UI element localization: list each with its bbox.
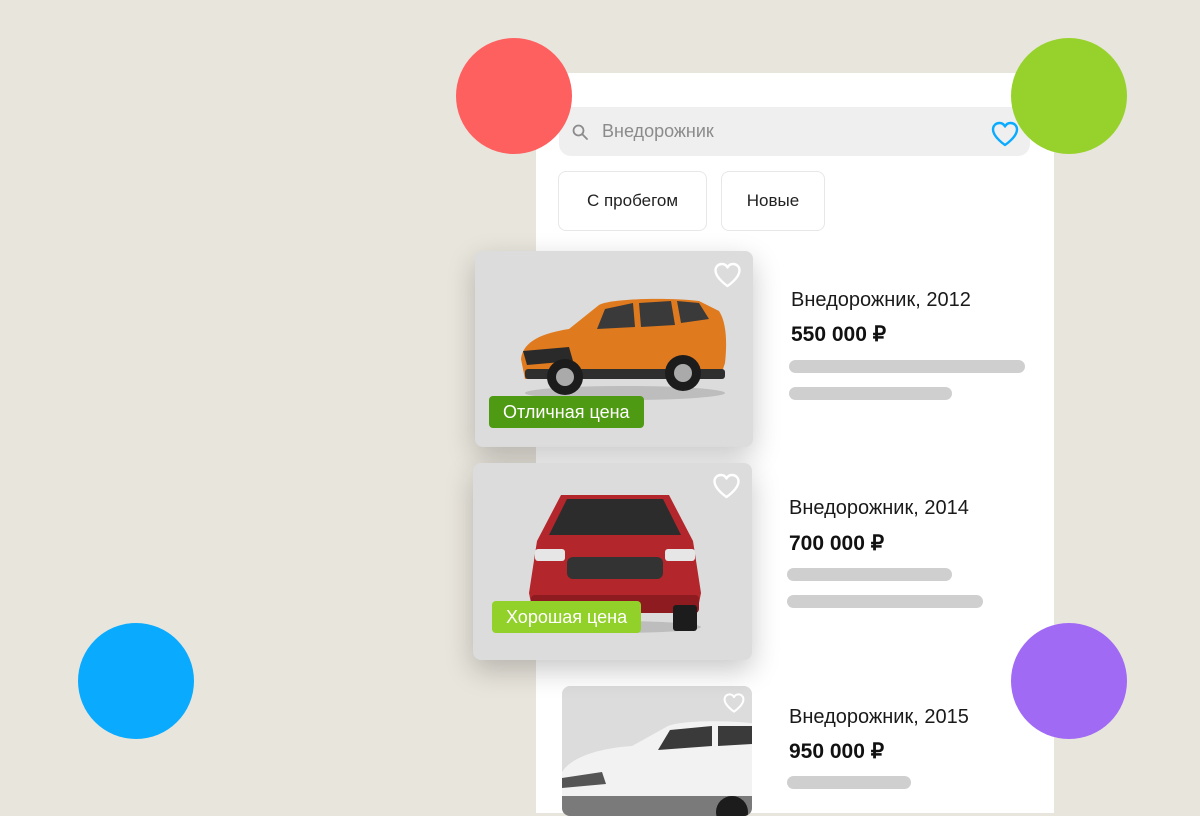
- search-input[interactable]: Внедорожник: [559, 107, 1030, 156]
- listing-title[interactable]: Внедорожник, 2014: [789, 497, 969, 520]
- placeholder-line: [787, 776, 911, 789]
- listing-card-image[interactable]: Отличная цена: [475, 251, 753, 447]
- listing-price: 950 000 ₽: [789, 740, 885, 763]
- decor-dot-purple: [1011, 623, 1127, 739]
- decor-dot-green: [1011, 38, 1127, 154]
- listing-card-image[interactable]: Хорошая цена: [473, 463, 752, 660]
- favorites-heart-icon[interactable]: [990, 120, 1020, 148]
- heart-icon[interactable]: [722, 692, 746, 714]
- listing-title[interactable]: Внедорожник, 2012: [791, 289, 971, 312]
- search-query-text: Внедорожник: [602, 121, 714, 141]
- heart-icon[interactable]: [712, 261, 743, 289]
- filter-chip-used[interactable]: С пробегом: [558, 171, 707, 231]
- heart-icon[interactable]: [711, 472, 742, 500]
- listing-price: 550 000 ₽: [791, 323, 887, 346]
- placeholder-line: [789, 387, 952, 400]
- price-rating-badge: Отличная цена: [489, 396, 644, 428]
- decor-dot-red: [456, 38, 572, 154]
- decor-dot-blue: [78, 623, 194, 739]
- search-icon: [572, 124, 588, 140]
- listing-card-image[interactable]: [562, 686, 752, 816]
- listing-price: 700 000 ₽: [789, 532, 885, 555]
- placeholder-line: [787, 595, 983, 608]
- price-rating-badge: Хорошая цена: [492, 601, 642, 633]
- listing-title[interactable]: Внедорожник, 2015: [789, 706, 969, 729]
- car-photo: [521, 298, 727, 400]
- placeholder-line: [789, 360, 1025, 373]
- car-photo: [562, 721, 752, 816]
- placeholder-line: [787, 568, 952, 581]
- filter-chip-new[interactable]: Новые: [721, 171, 825, 231]
